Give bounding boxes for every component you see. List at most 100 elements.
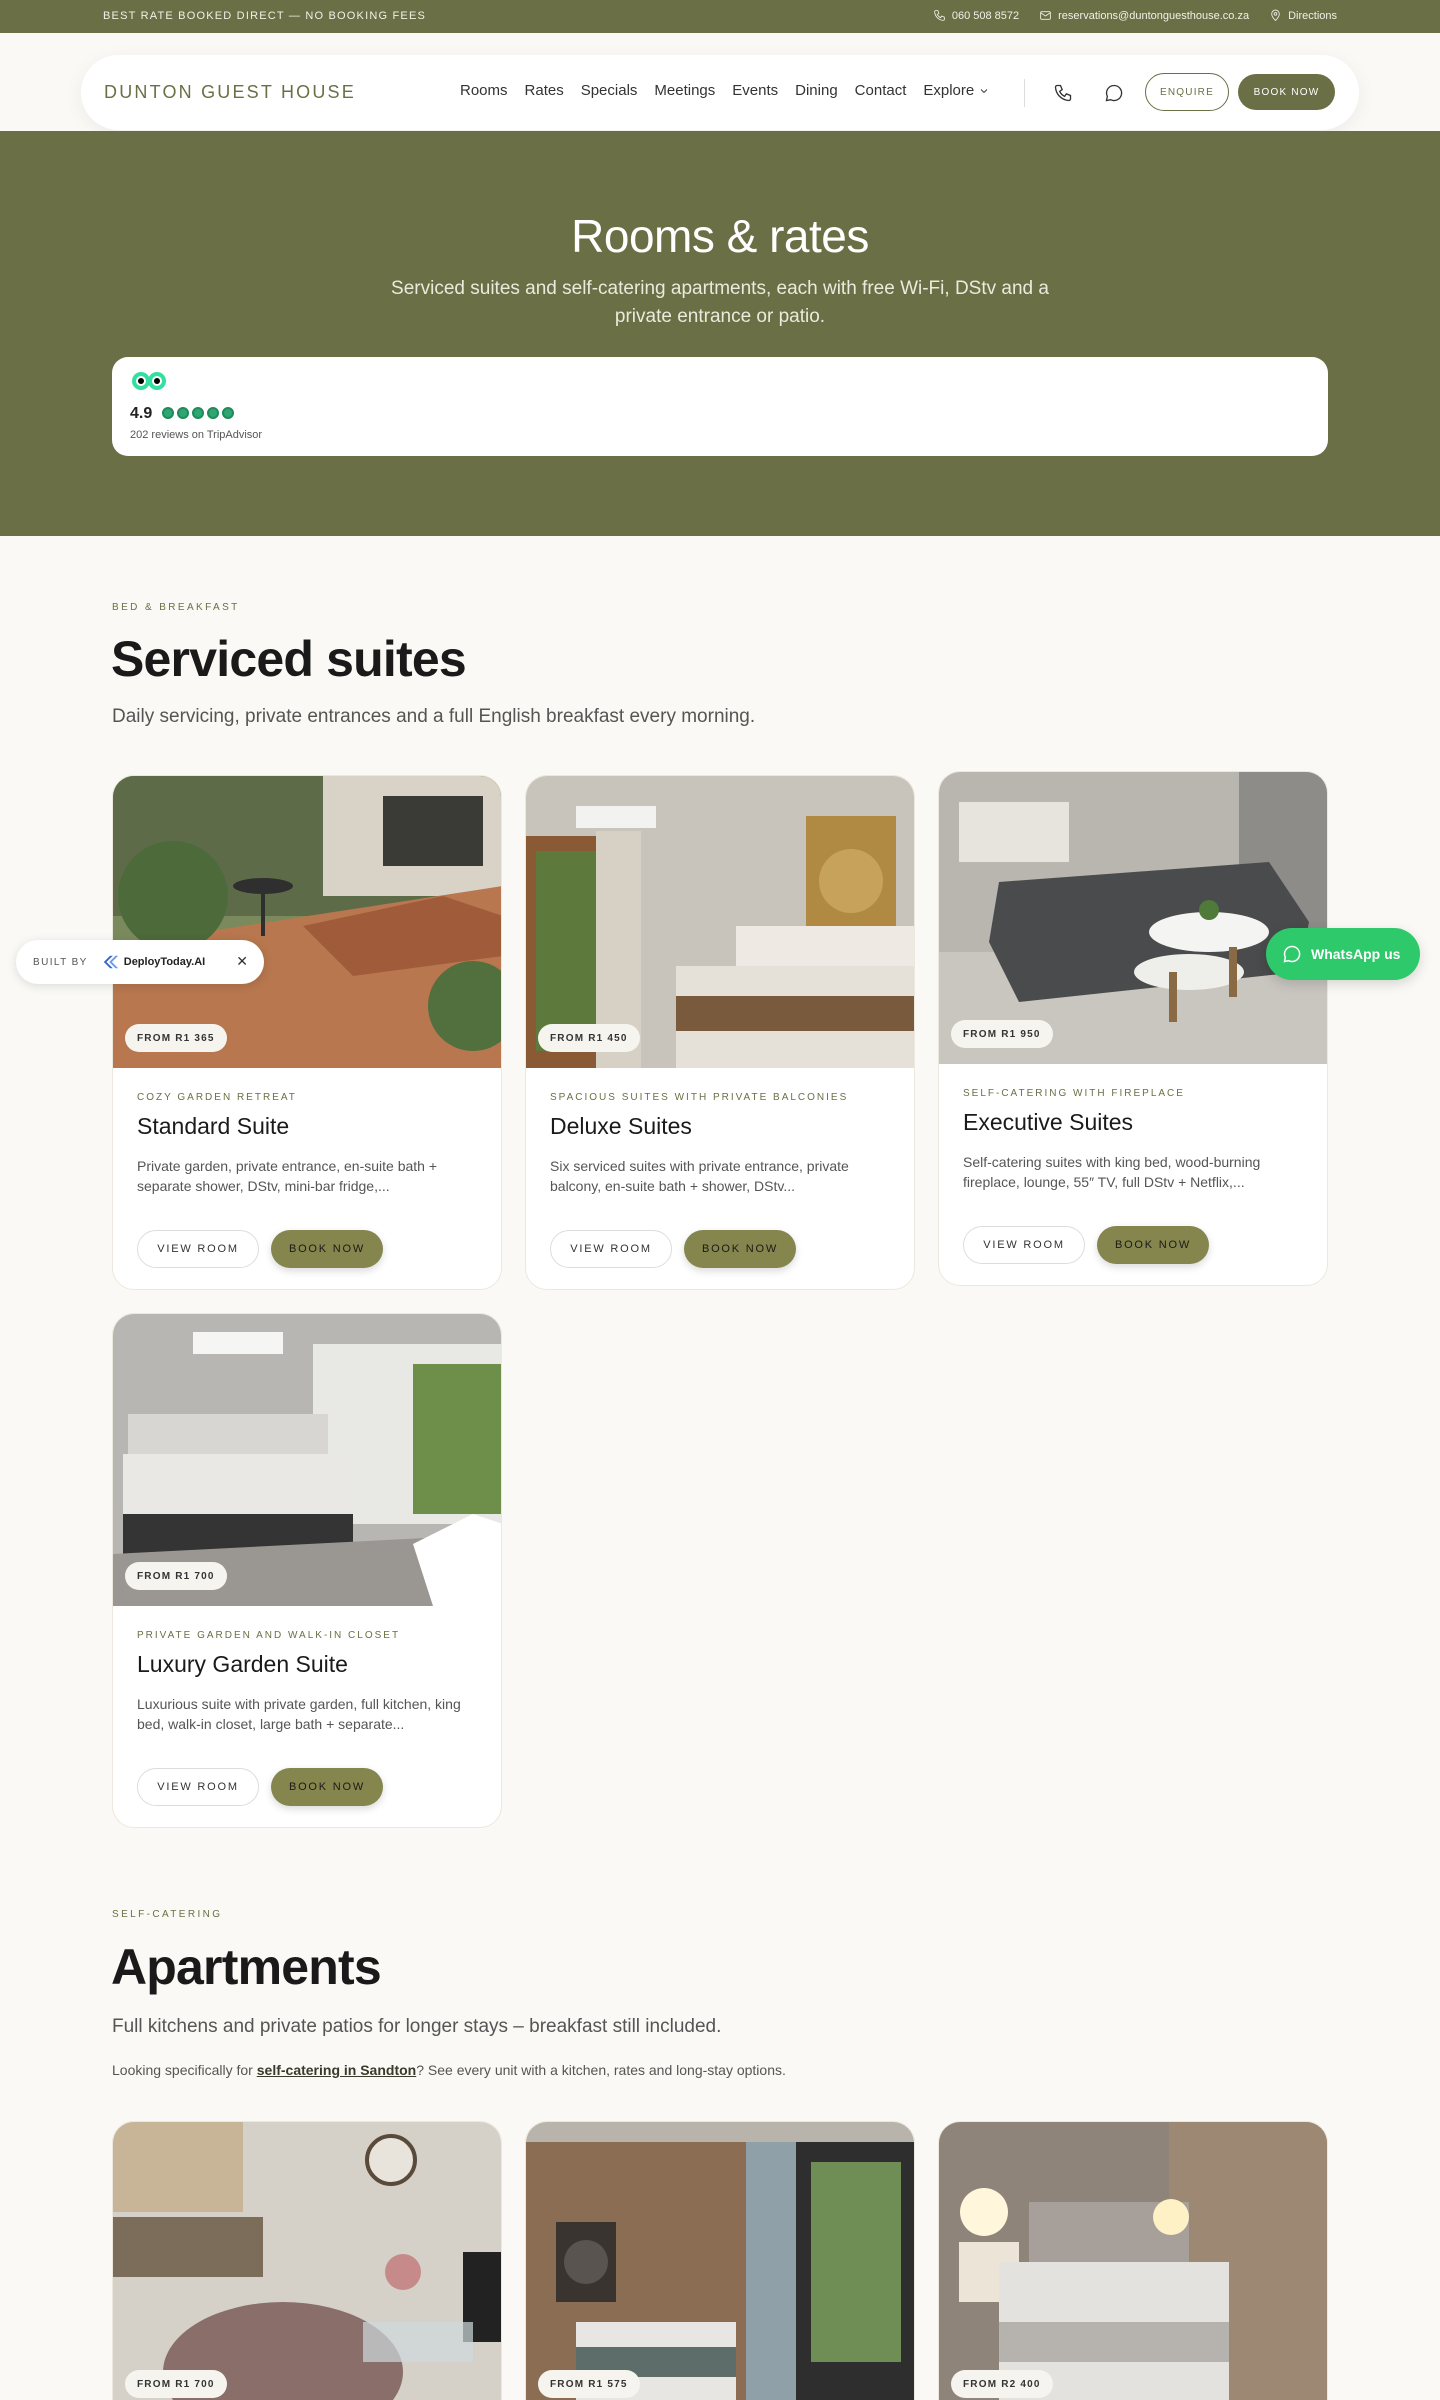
topbar-directions-link[interactable]: Directions xyxy=(1269,9,1337,22)
rating-bubble-icon xyxy=(192,407,204,419)
whatsapp-button[interactable]: WhatsApp us xyxy=(1266,928,1420,980)
suites-eyebrow: BED & BREAKFAST xyxy=(112,602,240,613)
book-now-button[interactable]: BOOK NOW xyxy=(684,1230,796,1268)
price-badge: FROM R1 700 xyxy=(125,2370,227,2398)
call-button[interactable] xyxy=(1050,80,1076,106)
apartment-photo[interactable] xyxy=(939,2122,1327,2400)
view-room-button[interactable]: VIEW ROOM xyxy=(137,1230,259,1268)
topbar-contacts: 060 508 8572 reservations@duntonguesthou… xyxy=(933,9,1337,22)
room-title[interactable]: Executive Suites xyxy=(963,1109,1133,1136)
rating-bubbles xyxy=(162,407,234,419)
whatsapp-icon xyxy=(1283,945,1301,963)
price-badge: FROM R1 700 xyxy=(125,1562,227,1590)
explore-label: Explore xyxy=(923,82,975,99)
note-suffix: ? See every unit with a kitchen, rates a… xyxy=(416,2062,786,2078)
built-by-label: BUILT BY xyxy=(33,956,88,968)
review-count: 202 reviews on TripAdvisor xyxy=(130,429,263,441)
mail-icon xyxy=(1040,11,1051,20)
nav-divider xyxy=(1024,79,1025,107)
nav-link-rates[interactable]: Rates xyxy=(525,82,564,99)
page-title: Rooms & rates xyxy=(571,210,869,262)
room-tagline: SPACIOUS SUITES WITH PRIVATE BALCONIES xyxy=(550,1092,849,1103)
room-description: Self-catering suites with king bed, wood… xyxy=(963,1154,1261,1190)
tripadvisor-review-widget[interactable]: 4.9 202 reviews on TripAdvisor xyxy=(112,357,1328,456)
brand-logo[interactable]: DUNTON GUEST HOUSE xyxy=(104,82,356,103)
book-now-button[interactable]: BOOK NOW xyxy=(271,1230,383,1268)
promo-text: BEST RATE BOOKED DIRECT — NO BOOKING FEE… xyxy=(103,10,427,22)
room-title[interactable]: Deluxe Suites xyxy=(550,1113,692,1140)
map-pin-icon xyxy=(1271,9,1280,21)
rating-bubble-icon xyxy=(177,407,189,419)
apartments-heading: Apartments xyxy=(111,1939,382,1995)
nav-link-events[interactable]: Events xyxy=(732,82,778,99)
note-prefix: Looking specifically for xyxy=(112,2062,257,2078)
rating-bubble-icon xyxy=(162,407,174,419)
room-card-standard-suite[interactable]: FROM R1 365 COZY GARDEN RETREAT Standard… xyxy=(112,775,502,1290)
whatsapp-label: WhatsApp us xyxy=(1311,946,1401,962)
room-card-executive-suites[interactable]: FROM R1 950 SELF-CATERING WITH FIREPLACE… xyxy=(938,771,1328,1286)
apartment-card-1[interactable]: FROM R1 700 xyxy=(112,2121,502,2400)
price-badge: FROM R1 450 xyxy=(538,1024,640,1052)
apartments-lead: Full kitchens and private patios for lon… xyxy=(112,2016,722,2037)
apartments-eyebrow: SELF-CATERING xyxy=(112,1909,223,1920)
chat-bubble-icon xyxy=(1105,84,1123,102)
nav-link-rooms[interactable]: Rooms xyxy=(460,82,508,99)
view-room-button[interactable]: VIEW ROOM xyxy=(550,1230,672,1268)
self-catering-sandton-link[interactable]: self-catering in Sandton xyxy=(257,2062,416,2078)
apartment-card-2[interactable]: FROM R1 575 xyxy=(525,2121,915,2400)
topbar-phone-link[interactable]: 060 508 8572 xyxy=(933,9,1019,22)
main-navigation: DUNTON GUEST HOUSE Rooms Rates Specials … xyxy=(81,55,1359,130)
room-tagline: SELF-CATERING WITH FIREPLACE xyxy=(963,1088,1185,1099)
room-description: Private garden, private entrance, en-sui… xyxy=(137,1158,438,1194)
phone-icon xyxy=(934,10,945,21)
bedroom-wardrobe-photo xyxy=(526,2122,914,2400)
builder-name: DeployToday.AI xyxy=(123,956,206,968)
room-tagline: PRIVATE GARDEN AND WALK-IN CLOSET xyxy=(137,1630,401,1641)
page-subtitle: Serviced suites and self-catering apartm… xyxy=(391,278,1049,327)
bedroom-lamps-photo xyxy=(939,2122,1327,2400)
price-badge: FROM R2 400 xyxy=(951,2370,1053,2398)
room-title[interactable]: Standard Suite xyxy=(137,1113,289,1140)
deploytoday-logo-icon xyxy=(103,955,118,969)
topbar-email-link[interactable]: reservations@duntonguesthouse.co.za xyxy=(1039,9,1249,22)
built-by-badge[interactable]: BUILT BY DeployToday.AI ✕ xyxy=(16,940,264,984)
nav-link-contact[interactable]: Contact xyxy=(855,82,907,99)
chat-button[interactable] xyxy=(1101,80,1127,106)
price-badge: FROM R1 575 xyxy=(538,2370,640,2398)
suites-heading: Serviced suites xyxy=(111,631,467,687)
book-now-button[interactable]: BOOK NOW xyxy=(271,1768,383,1806)
price-badge: FROM R1 365 xyxy=(125,1024,227,1052)
close-icon[interactable]: ✕ xyxy=(236,953,248,970)
apartment-photo[interactable] xyxy=(113,2122,501,2400)
nav-link-meetings[interactable]: Meetings xyxy=(654,82,715,99)
price-badge: FROM R1 950 xyxy=(951,1020,1053,1048)
nav-book-now-button[interactable]: BOOK NOW xyxy=(1238,74,1335,110)
room-card-deluxe-suites[interactable]: FROM R1 450 SPACIOUS SUITES WITH PRIVATE… xyxy=(525,775,915,1290)
chevron-down-icon xyxy=(980,88,988,93)
enquire-button[interactable]: ENQUIRE xyxy=(1145,73,1229,111)
room-card-luxury-garden-suite[interactable]: FROM R1 700 PRIVATE GARDEN AND WALK-IN C… xyxy=(112,1313,502,1828)
phone-icon xyxy=(1054,84,1072,102)
room-description: Six serviced suites with private entranc… xyxy=(550,1158,849,1194)
apartment-card-3[interactable]: FROM R2 400 xyxy=(938,2121,1328,2400)
directions-label: Directions xyxy=(1288,9,1337,22)
room-title[interactable]: Luxury Garden Suite xyxy=(137,1651,348,1678)
room-description: Luxurious suite with private garden, ful… xyxy=(137,1696,461,1732)
nav-link-dining[interactable]: Dining xyxy=(795,82,838,99)
kitchen-lounge-photo xyxy=(113,2122,501,2400)
view-room-button[interactable]: VIEW ROOM xyxy=(137,1768,259,1806)
suites-lead: Daily servicing, private entrances and a… xyxy=(112,706,756,727)
nav-link-specials[interactable]: Specials xyxy=(581,82,638,99)
tripadvisor-owl-icon xyxy=(132,372,166,390)
book-now-button[interactable]: BOOK NOW xyxy=(1097,1226,1209,1264)
top-announcement-bar: BEST RATE BOOKED DIRECT — NO BOOKING FEE… xyxy=(0,0,1440,33)
nav-links: Rooms Rates Specials Meetings Events Din… xyxy=(460,82,990,99)
email-address: reservations@duntonguesthouse.co.za xyxy=(1058,9,1250,22)
rating-bubble-icon xyxy=(222,407,234,419)
rating-bubble-icon xyxy=(207,407,219,419)
apartment-photo[interactable] xyxy=(526,2122,914,2400)
nav-explore-dropdown[interactable]: Explore xyxy=(923,82,990,99)
rating-score: 4.9 xyxy=(130,405,153,422)
view-room-button[interactable]: VIEW ROOM xyxy=(963,1226,1085,1264)
apartments-note: Looking specifically for self-catering i… xyxy=(112,2062,786,2078)
